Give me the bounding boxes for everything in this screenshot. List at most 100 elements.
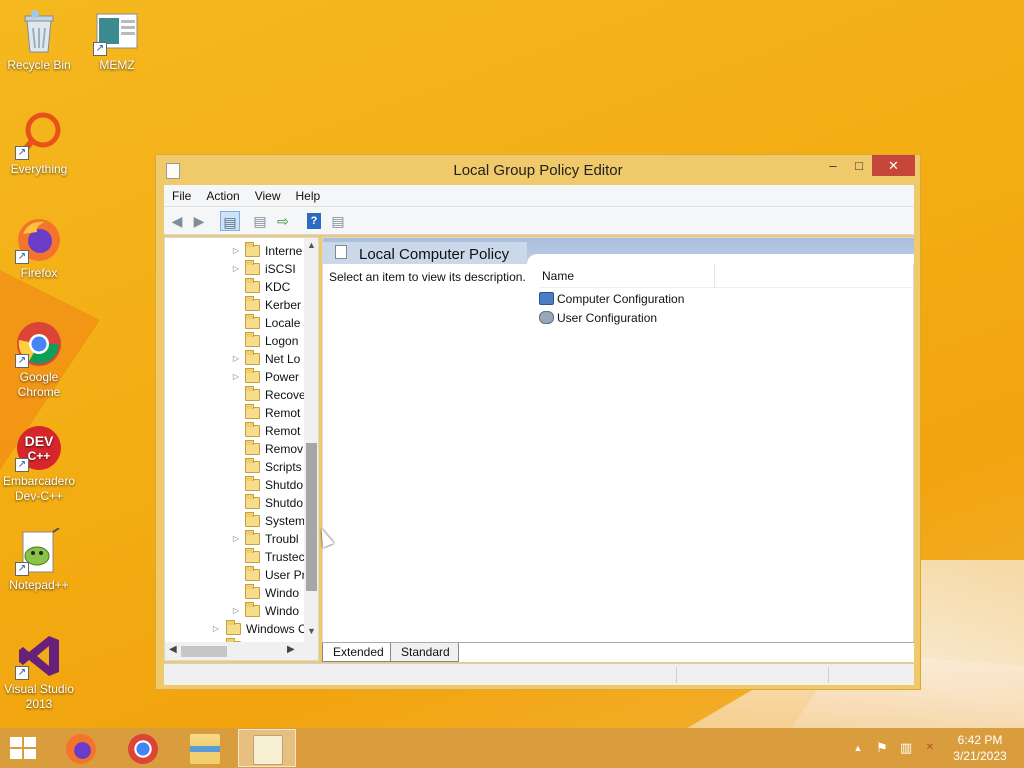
tree-item[interactable]: User Pr xyxy=(165,566,306,584)
tab-extended[interactable]: Extended xyxy=(322,643,393,662)
help-icon[interactable]: ? xyxy=(307,213,321,229)
tab-standard[interactable]: Standard xyxy=(390,643,459,662)
tree-item[interactable]: ▷ iSCSI xyxy=(165,260,304,278)
volume-muted-icon[interactable]: ✕ xyxy=(922,740,938,756)
desktop-icon-label: Firefox xyxy=(20,266,58,280)
scrollbar-thumb[interactable] xyxy=(306,443,317,591)
view-tabs: Extended Standard xyxy=(322,642,914,662)
taskbar-file-explorer[interactable] xyxy=(176,729,234,767)
desktop-icon-label: Recycle Bin xyxy=(7,58,71,72)
taskbar-chrome[interactable] xyxy=(114,729,172,767)
tree-item[interactable]: Shutdo xyxy=(165,476,304,494)
scroll-left-icon[interactable]: ◀ xyxy=(169,644,177,655)
tree-item[interactable]: Scripts xyxy=(165,458,304,476)
windows-logo-icon xyxy=(24,749,36,759)
desktop-icon-devcpp[interactable]: DEV C++ ↗ Embarcadero Dev-C++ xyxy=(0,424,78,504)
list-item-computer-configuration[interactable]: Computer Configuration xyxy=(539,290,684,308)
back-arrow-icon[interactable]: ◀ xyxy=(167,211,187,231)
scroll-right-icon[interactable]: ▶ xyxy=(287,644,295,655)
shortcut-arrow-icon: ↗ xyxy=(15,666,29,680)
close-button[interactable]: ✕ xyxy=(872,155,915,176)
tree-item[interactable]: Remot xyxy=(165,422,304,440)
tree-pane[interactable]: ▷ Interne ▷ iSCSI KDC Kerber Locale Logon ▷ Net L… xyxy=(164,237,319,661)
tree-item-label: Scripts xyxy=(265,460,302,474)
expand-arrow-icon[interactable]: ▷ xyxy=(231,242,241,260)
tree-item[interactable]: ▷ Windo xyxy=(165,602,304,620)
start-button[interactable] xyxy=(10,737,38,759)
show-hide-tree-icon[interactable]: ▤ xyxy=(220,211,240,231)
desktop-icon-memz[interactable]: ↗ MEMZ xyxy=(78,8,156,73)
menu-file[interactable]: File xyxy=(164,185,198,203)
desktop-icon-firefox[interactable]: ↗ Firefox xyxy=(0,216,78,281)
desktop-icon-label: MEMZ xyxy=(99,58,135,72)
tree-item[interactable]: ▷ Windows C xyxy=(165,620,307,638)
tree-item[interactable]: KDC xyxy=(165,278,304,296)
tree-vertical-scrollbar[interactable]: ▲ ▼ xyxy=(304,238,318,642)
desktop-icon-everything[interactable]: ↗ Everything xyxy=(0,112,78,177)
status-divider xyxy=(828,667,829,683)
memz-icon: ↗ xyxy=(93,8,141,56)
tree-item[interactable]: ▷ Interne xyxy=(165,242,304,260)
tree-item[interactable]: ▷ Power xyxy=(165,368,304,386)
expand-arrow-icon[interactable]: ▷ xyxy=(231,602,241,620)
taskbar-gpedit[interactable] xyxy=(238,729,296,767)
scroll-down-icon[interactable]: ▼ xyxy=(304,626,318,636)
tree-item[interactable]: Recove xyxy=(165,386,306,404)
desktop-icon-notepadpp[interactable]: ↗ Notepad++ xyxy=(0,527,78,593)
taskbar: ▲ ⚑ ▥ ✕ 6:42 PM 3/21/2023 xyxy=(0,728,1024,768)
scrollbar-thumb[interactable] xyxy=(181,646,227,657)
expand-arrow-icon[interactable]: ▷ xyxy=(231,260,241,278)
menu-action[interactable]: Action xyxy=(198,185,246,203)
tree-item[interactable]: Trustec xyxy=(165,548,305,566)
tree-item[interactable]: Logon xyxy=(165,332,304,350)
taskbar-clock[interactable]: 6:42 PM 3/21/2023 xyxy=(945,732,1015,764)
details-header: Local Computer Policy xyxy=(323,238,914,264)
tree-item[interactable]: ▷ Troubl xyxy=(165,530,304,548)
tree-item-label: Remot xyxy=(265,424,301,438)
tree-item-label: Locale xyxy=(265,316,301,330)
maximize-button[interactable]: □ xyxy=(846,155,872,176)
expand-arrow-icon[interactable]: ▷ xyxy=(231,368,241,386)
shortcut-arrow-icon: ↗ xyxy=(15,354,29,368)
tree-item[interactable]: Kerber xyxy=(165,296,304,314)
tree-item[interactable]: Remot xyxy=(165,404,304,422)
menu-view[interactable]: View xyxy=(247,185,288,203)
folder-icon xyxy=(245,458,260,473)
minimize-button[interactable]: – xyxy=(820,155,846,176)
scroll-up-icon[interactable]: ▲ xyxy=(304,240,318,250)
title-bar[interactable]: Local Group Policy Editor – □ ✕ xyxy=(156,155,920,185)
show-hidden-icons-icon[interactable]: ▲ xyxy=(850,740,866,756)
expand-arrow-icon[interactable]: ▷ xyxy=(231,350,241,368)
tree-item[interactable]: Remov xyxy=(165,440,304,458)
tree-item[interactable]: Windo xyxy=(165,584,304,602)
tree-item-label: Net Lo xyxy=(265,352,301,366)
view-icon[interactable]: ▤ xyxy=(328,211,348,231)
tree-item-label: Windo xyxy=(265,604,300,618)
taskbar-firefox[interactable] xyxy=(52,729,110,767)
list-item-user-configuration[interactable]: User Configuration xyxy=(539,309,657,327)
folder-icon xyxy=(245,566,260,581)
tree-item[interactable]: ▷ Net Lo xyxy=(165,350,304,368)
expand-arrow-icon[interactable]: ▷ xyxy=(211,620,221,638)
shortcut-arrow-icon: ↗ xyxy=(15,562,29,576)
folder-icon xyxy=(245,602,260,617)
desktop-icon-recycle-bin[interactable]: Recycle Bin xyxy=(0,8,78,73)
properties-icon[interactable]: ▤ xyxy=(250,211,270,231)
firefox-icon xyxy=(66,734,96,764)
visual-studio-icon: ↗ xyxy=(15,632,63,680)
column-header-name[interactable]: Name xyxy=(539,264,715,288)
action-center-flag-icon[interactable]: ⚑ xyxy=(874,740,890,756)
folder-icon xyxy=(245,314,260,329)
export-list-icon[interactable]: ⇨ xyxy=(273,211,293,231)
tree-horizontal-scrollbar[interactable]: ◀ ▶ xyxy=(165,642,318,660)
forward-arrow-icon[interactable]: ▶ xyxy=(189,211,209,231)
tree-item[interactable]: Shutdo xyxy=(165,494,304,512)
desktop-icon-chrome[interactable]: ↗ Google Chrome xyxy=(0,320,78,400)
tree-item[interactable]: System xyxy=(165,512,305,530)
tree-item-label: Kerber xyxy=(265,298,302,312)
desktop-icon-visual-studio[interactable]: ↗ Visual Studio 2013 xyxy=(0,632,78,712)
network-icon[interactable]: ▥ xyxy=(898,740,914,756)
expand-arrow-icon[interactable]: ▷ xyxy=(231,530,241,548)
menu-help[interactable]: Help xyxy=(288,185,328,203)
tree-item[interactable]: Locale xyxy=(165,314,304,332)
